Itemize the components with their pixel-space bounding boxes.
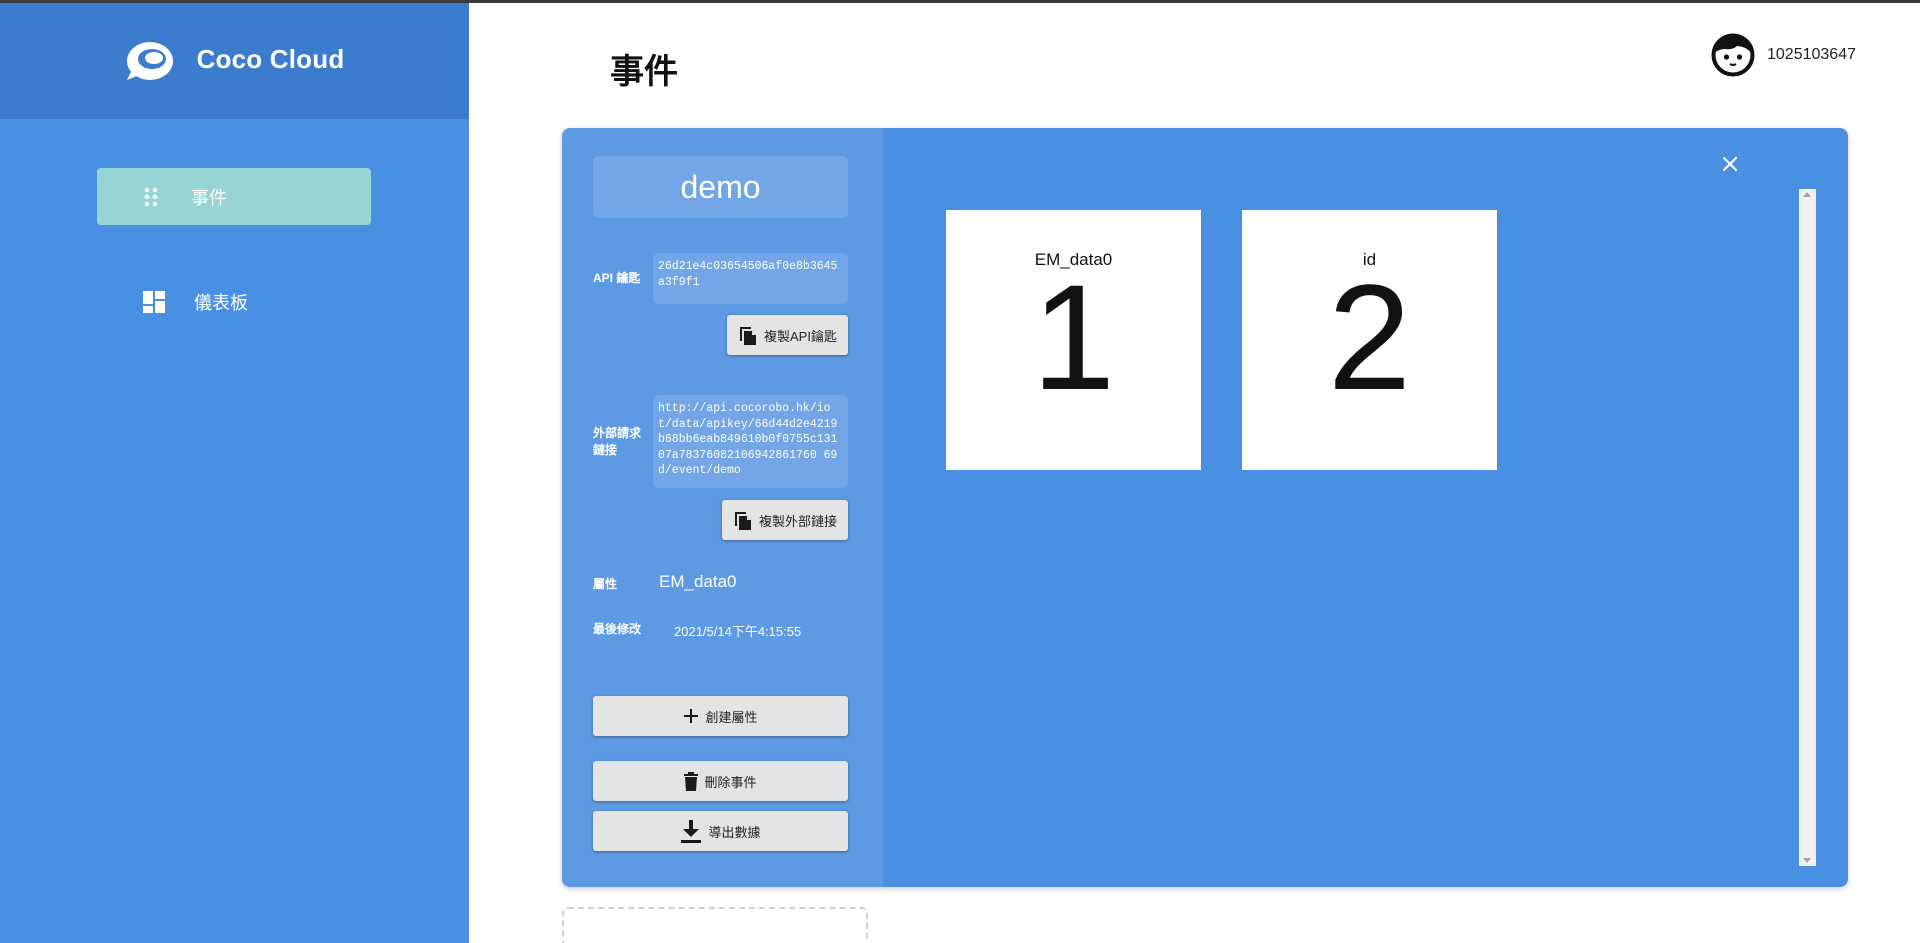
sidebar-item-label: 儀表板: [194, 292, 248, 313]
attribute-tile-id[interactable]: id 2: [1242, 210, 1497, 470]
export-data-label: 導出數據: [708, 824, 761, 840]
copy-external-link-button[interactable]: 複製外部鏈接: [722, 500, 848, 540]
scroll-up-arrow-icon[interactable]: [1803, 192, 1811, 197]
plus-icon: [684, 709, 699, 723]
app-name: Coco Cloud: [196, 44, 345, 74]
vertical-scrollbar[interactable]: [1799, 189, 1816, 866]
last-modified-label: 最後修改: [593, 622, 642, 636]
dashboard-icon: [143, 290, 165, 313]
trash-icon: [684, 771, 699, 791]
add-event-placeholder[interactable]: [562, 907, 868, 943]
copy-icon: [740, 327, 757, 345]
tile-value: 1: [1031, 253, 1116, 421]
sidebar: Coco Cloud 事件 儀表板: [0, 0, 469, 943]
sidebar-item-label: 事件: [191, 187, 227, 208]
copy-api-key-button[interactable]: 複製API鑰匙: [727, 315, 848, 355]
copy-external-link-label: 複製外部鏈接: [758, 513, 837, 529]
scroll-down-arrow-icon[interactable]: [1803, 858, 1811, 863]
event-name: demo: [593, 156, 848, 218]
face-icon: [1711, 33, 1755, 77]
download-icon: [681, 820, 702, 843]
event-detail-panel: demo API 鑰匙 26d21e4c03654506af0e8b3645a3…: [562, 128, 883, 887]
attribute-value: EM_data0: [659, 572, 737, 591]
sidebar-item-dashboard[interactable]: 儀表板: [97, 273, 371, 330]
delete-event-button[interactable]: 刪除事件: [593, 761, 848, 801]
drag-dots-icon: [144, 187, 158, 206]
tile-value: 2: [1327, 253, 1412, 421]
last-modified-value: 2021/5/14下午4:15:55: [674, 624, 802, 639]
api-key-field[interactable]: 26d21e4c03654506af0e8b3645a3f9f1: [653, 253, 848, 304]
copy-api-key-label: 複製API鑰匙: [764, 328, 837, 344]
export-data-button[interactable]: 導出數據: [593, 811, 848, 851]
external-link-label: 外部請求鏈接: [593, 426, 642, 457]
copy-icon: [734, 512, 751, 530]
create-attribute-button[interactable]: 創建屬性: [593, 696, 848, 736]
user-id: 1025103647: [1767, 46, 1856, 63]
attribute-tile-em-data0[interactable]: EM_data0 1: [946, 210, 1201, 470]
external-link-field[interactable]: http://api.cocorobo.hk/iot/data/apikey/6…: [653, 395, 848, 488]
page-title: 事件: [610, 52, 678, 92]
brand[interactable]: Coco Cloud: [0, 0, 469, 119]
coco-logo-icon: [126, 41, 173, 80]
user-menu[interactable]: 1025103647: [1711, 33, 1856, 77]
window-top-border: [0, 0, 1920, 3]
attribute-label: 屬性: [593, 577, 618, 591]
close-icon[interactable]: [1716, 150, 1744, 178]
create-attribute-label: 創建屬性: [705, 709, 758, 725]
delete-event-label: 刪除事件: [704, 774, 757, 790]
sidebar-item-events[interactable]: 事件: [97, 168, 371, 225]
api-key-label: API 鑰匙: [593, 271, 641, 285]
event-card: demo API 鑰匙 26d21e4c03654506af0e8b3645a3…: [562, 128, 1848, 887]
